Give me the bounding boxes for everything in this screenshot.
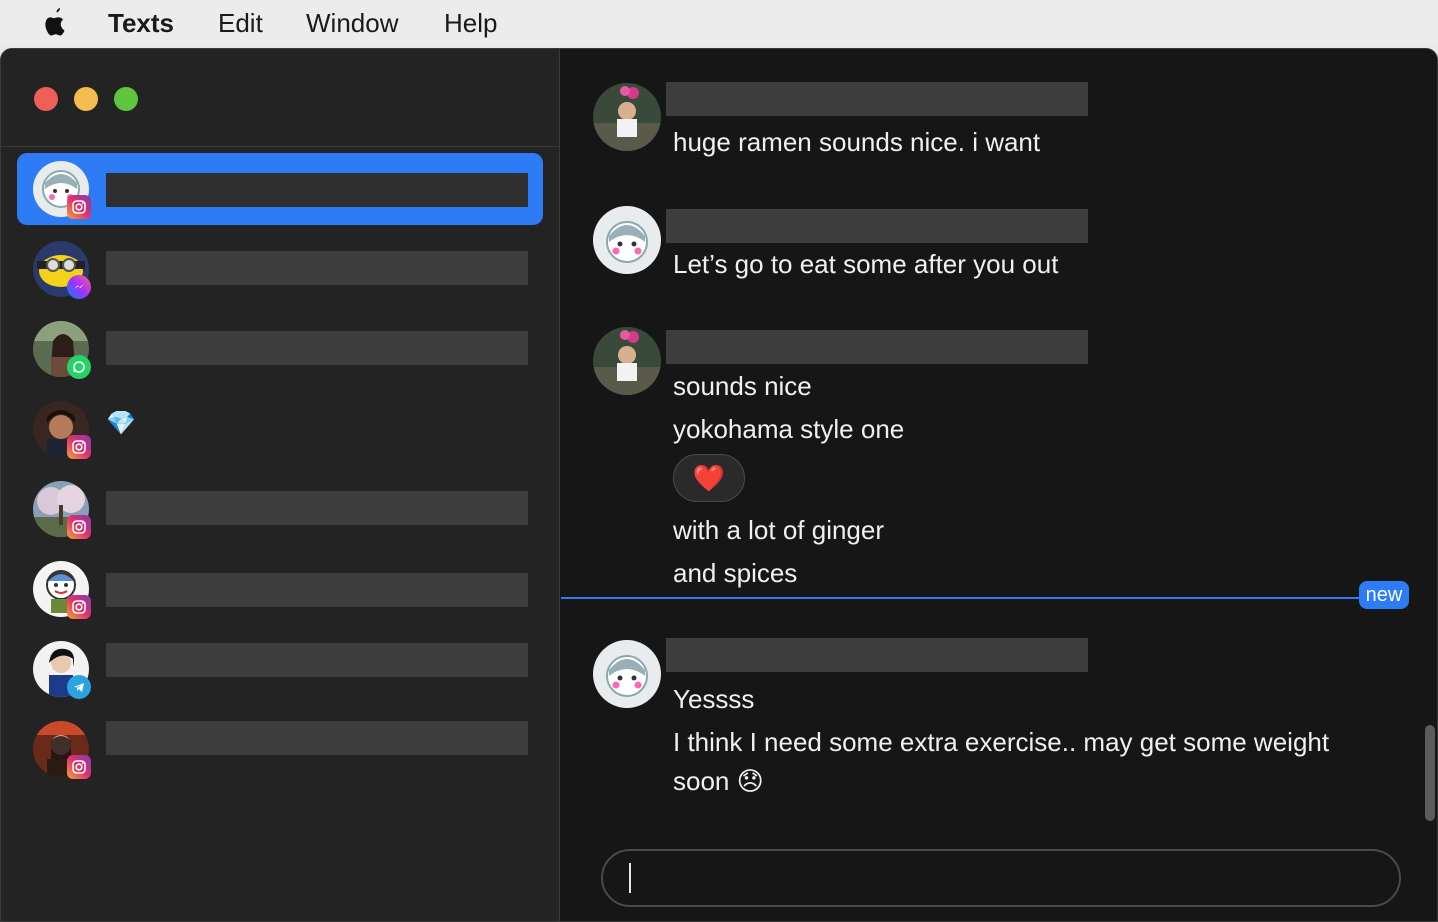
chat-list-item[interactable] [17, 313, 543, 385]
avatar [593, 327, 661, 395]
menu-bar: Texts Edit Window Help [0, 0, 1438, 46]
chat-name [106, 721, 528, 755]
message-input[interactable] [601, 849, 1401, 907]
menu-edit[interactable]: Edit [218, 8, 263, 39]
chat-list-item[interactable] [17, 473, 543, 545]
chat-name [106, 491, 528, 525]
instagram-icon [67, 435, 91, 459]
chat-name [106, 251, 528, 285]
new-messages-badge: new [1359, 581, 1409, 609]
text-cursor [629, 863, 631, 893]
telegram-icon [67, 675, 91, 699]
message-thread: huge ramen sounds nice. i want Let’s go … [561, 49, 1437, 921]
message-text[interactable]: with a lot of ginger [673, 515, 884, 546]
minimize-window-button[interactable] [74, 87, 98, 111]
chat-list-item[interactable]: 💎 [17, 393, 543, 465]
message-text[interactable]: Yessss [673, 684, 754, 715]
new-messages-divider [561, 597, 1361, 599]
avatar [593, 83, 661, 151]
chat-list-sidebar: 💎 [1, 49, 560, 921]
chat-list-item[interactable] [17, 153, 543, 225]
apple-icon[interactable] [38, 6, 70, 40]
instagram-icon [67, 515, 91, 539]
message-text[interactable]: soon 😞 [673, 766, 764, 797]
divider [1, 146, 560, 147]
scrollbar[interactable] [1425, 725, 1435, 821]
app-window: 💎 huge ramen sounds nice. i want Let’s g… [0, 48, 1438, 922]
chat-name: 💎 [106, 410, 136, 437]
instagram-icon [67, 195, 91, 219]
message-text[interactable]: yokohama style one [673, 414, 904, 445]
sender-name [666, 638, 1088, 672]
menu-app-name[interactable]: Texts [108, 8, 174, 39]
sender-name [666, 209, 1088, 243]
message-text[interactable]: huge ramen sounds nice. i want [673, 127, 1040, 158]
menu-window[interactable]: Window [306, 8, 398, 39]
avatar [593, 640, 661, 708]
heart-icon: ❤️ [692, 462, 726, 493]
message-text[interactable]: I think I need some extra exercise.. may… [673, 727, 1329, 758]
avatar [593, 206, 661, 274]
sender-name [666, 330, 1088, 364]
reaction-badge[interactable]: ❤️ [673, 454, 745, 502]
chat-list-item[interactable] [17, 553, 543, 625]
chat-list-item[interactable] [17, 633, 543, 705]
close-window-button[interactable] [34, 87, 58, 111]
sender-name [666, 82, 1088, 116]
message-text[interactable]: and spices [673, 558, 797, 589]
instagram-icon [67, 755, 91, 779]
chat-list-item[interactable] [17, 713, 543, 785]
chat-name [106, 331, 528, 365]
maximize-window-button[interactable] [114, 87, 138, 111]
chat-list-item[interactable] [17, 233, 543, 305]
chat-name [106, 573, 528, 607]
message-text[interactable]: sounds nice [673, 371, 812, 402]
whatsapp-icon [67, 355, 91, 379]
message-text[interactable]: Let’s go to eat some after you out [673, 249, 1058, 280]
chat-name [106, 643, 528, 677]
instagram-icon [67, 595, 91, 619]
messenger-icon [67, 275, 91, 299]
menu-help[interactable]: Help [444, 8, 497, 39]
chat-name [106, 173, 528, 207]
